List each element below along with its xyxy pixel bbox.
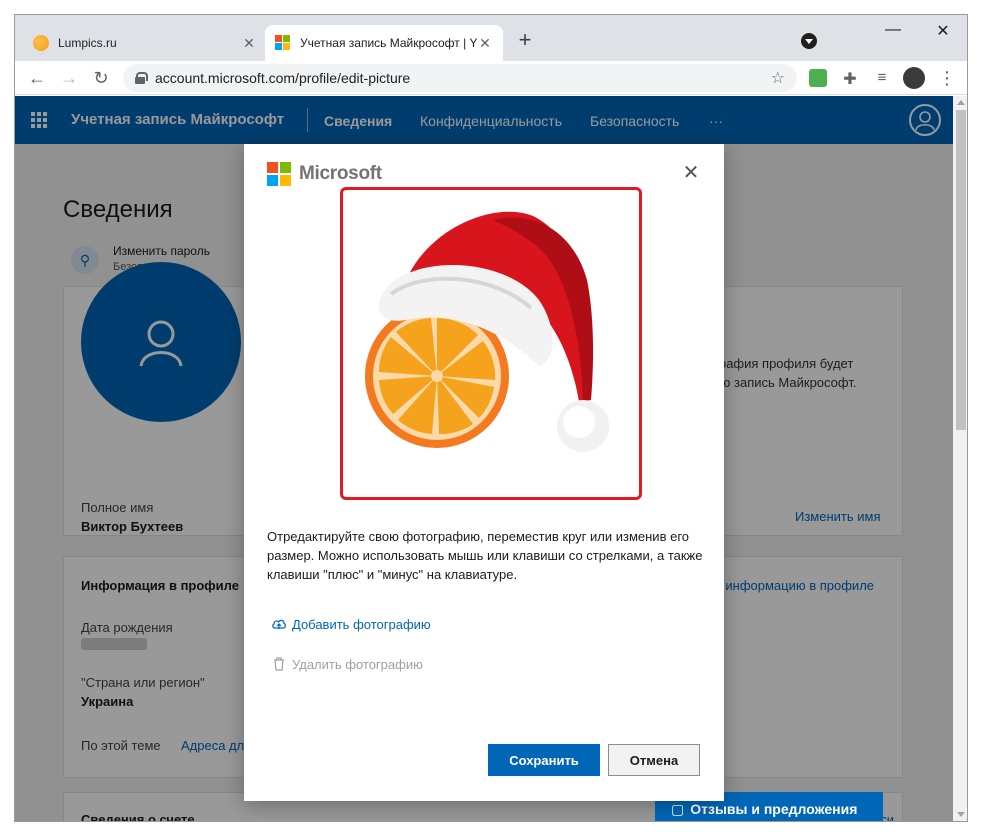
web-page: Учетная запись Майкрософт Сведения Конфи… (15, 96, 953, 821)
microsoft-wordmark: Microsoft (299, 163, 382, 184)
close-window-button[interactable]: ✕ (923, 21, 963, 41)
url-text: account.microsoft.com/profile/edit-pictu… (155, 70, 411, 86)
scroll-up-arrow-icon[interactable] (957, 100, 965, 105)
delete-photo-label: Удалить фотографию (292, 656, 423, 672)
edit-photo-dialog: Microsoft ✕ Отредактируйте свою фотограф… (244, 144, 724, 801)
tab-close-icon[interactable]: ✕ (477, 35, 493, 52)
new-tab-button[interactable]: + (513, 29, 537, 53)
trash-icon (274, 657, 284, 671)
delete-photo-button[interactable]: Удалить фотографию (271, 656, 423, 672)
dialog-close-icon[interactable]: ✕ (682, 163, 700, 183)
tab-lumpics[interactable]: Lumpics.ru ✕ (23, 25, 267, 61)
lock-icon (135, 72, 148, 84)
photo-crop-area[interactable] (340, 187, 642, 500)
tab-microsoft-account[interactable]: Учетная запись Майкрософт | Y ✕ (265, 25, 503, 61)
cancel-button[interactable]: Отмена (608, 744, 700, 776)
cloud-upload-icon (272, 619, 286, 629)
page-scrollbar[interactable] (953, 96, 967, 821)
orange-santa-hat-image (365, 211, 609, 452)
feedback-label: Отзывы и предложения (690, 801, 858, 817)
tab-title: Учетная запись Майкрософт | Y (300, 36, 477, 50)
tab-search-icon[interactable] (801, 33, 817, 49)
tab-title: Lumpics.ru (58, 36, 117, 50)
maximize-button[interactable] (879, 19, 919, 39)
add-photo-label: Добавить фотографию (292, 616, 431, 632)
tab-strip: Lumpics.ru ✕ Учетная запись Майкрософт |… (15, 15, 967, 61)
bookmark-star-icon[interactable]: ☆ (771, 68, 785, 88)
scroll-down-arrow-icon[interactable] (957, 812, 965, 817)
add-photo-button[interactable]: Добавить фотографию (271, 616, 431, 632)
forward-button[interactable]: → (57, 66, 81, 90)
browser-menu-button[interactable]: ⋮ (935, 66, 959, 90)
reload-button[interactable]: ↻ (89, 66, 113, 90)
microsoft-logo: Microsoft (267, 162, 382, 186)
dialog-instructions: Отредактируйте свою фотографию, перемест… (267, 529, 703, 582)
microsoft-logo-icon (267, 162, 291, 186)
lumpics-favicon-icon (33, 35, 49, 51)
extensions-puzzle-icon[interactable]: ✚ (841, 69, 859, 88)
address-bar[interactable]: account.microsoft.com/profile/edit-pictu… (123, 64, 797, 92)
browser-window: Lumpics.ru ✕ Учетная запись Майкрософт |… (14, 14, 968, 822)
media-queue-icon[interactable]: ≡ (873, 69, 891, 87)
back-button[interactable]: ← (25, 66, 49, 90)
music-extension-icon[interactable] (809, 69, 827, 87)
chat-icon: ▢ (671, 800, 685, 817)
save-button[interactable]: Сохранить (488, 744, 600, 776)
browser-toolbar: ← → ↻ account.microsoft.com/profile/edit… (15, 61, 967, 95)
tab-close-icon[interactable]: ✕ (241, 35, 257, 52)
profile-avatar[interactable] (903, 67, 925, 89)
scrollbar-thumb[interactable] (956, 110, 966, 430)
microsoft-favicon-icon (275, 35, 291, 51)
